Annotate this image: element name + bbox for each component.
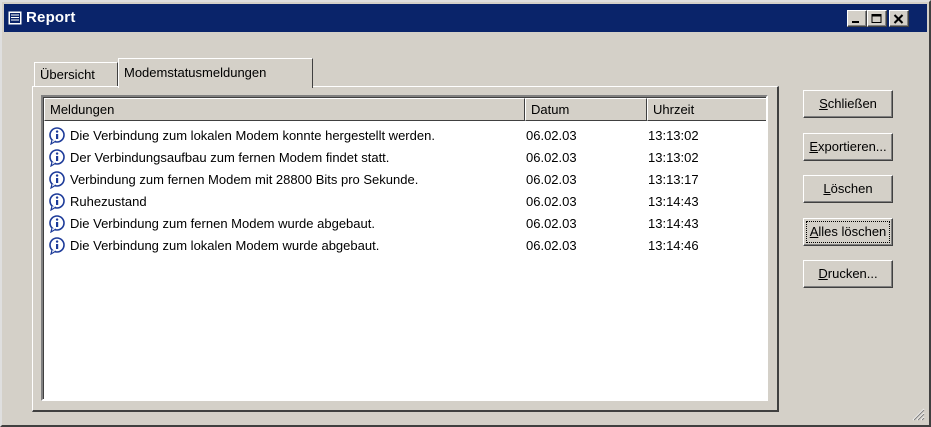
list-item[interactable]: Die Verbindung zum fernen Modem wurde ab…: [44, 213, 766, 235]
accel-key: E: [809, 139, 818, 154]
list-item[interactable]: Der Verbindungsaufbau zum fernen Modem f…: [44, 147, 766, 169]
alles-loeschen-button[interactable]: Alles löschen: [803, 218, 893, 246]
info-icon: [49, 149, 65, 167]
button-label: chließen: [827, 96, 877, 111]
row-message: Die Verbindung zum lokalen Modem konnte …: [70, 128, 435, 143]
list-item[interactable]: Die Verbindung zum lokalen Modem konnte …: [44, 125, 766, 147]
column-header-meldungen[interactable]: Meldungen: [44, 98, 525, 121]
minimize-button[interactable]: [847, 10, 867, 27]
accel-key: D: [818, 266, 828, 281]
row-message: Der Verbindungsaufbau zum fernen Modem f…: [70, 150, 390, 165]
close-icon: [893, 14, 904, 24]
messages-list[interactable]: Meldungen Datum Uhrzeit Die Verbindung z…: [41, 95, 768, 401]
row-time: 13:13:17: [648, 172, 699, 187]
list-item[interactable]: Die Verbindung zum lokalen Modem wurde a…: [44, 235, 766, 257]
button-label: lles löschen: [818, 224, 887, 239]
maximize-button[interactable]: [867, 10, 887, 27]
title-bar[interactable]: Report: [4, 4, 927, 32]
column-header-datum[interactable]: Datum: [525, 98, 647, 121]
info-icon: [49, 127, 65, 145]
drucken-button[interactable]: Drucken...: [803, 260, 893, 288]
accel-key: L: [823, 181, 831, 196]
info-icon: [49, 193, 65, 211]
row-message: Verbindung zum fernen Modem mit 28800 Bi…: [70, 172, 419, 187]
row-message: Ruhezustand: [70, 194, 147, 209]
button-label: xportieren...: [818, 139, 887, 154]
row-date: 06.02.03: [526, 150, 577, 165]
resize-grip-icon[interactable]: [911, 407, 925, 421]
row-time: 13:14:43: [648, 216, 699, 231]
schliessen-button[interactable]: Schließen: [803, 90, 893, 118]
report-window: Report Übersicht Modemstatusmeldungen Me…: [0, 0, 931, 427]
tab-uebersicht[interactable]: Übersicht: [34, 62, 118, 87]
row-date: 06.02.03: [526, 194, 577, 209]
row-message: Die Verbindung zum fernen Modem wurde ab…: [70, 216, 375, 231]
row-date: 06.02.03: [526, 172, 577, 187]
row-time: 13:14:43: [648, 194, 699, 209]
maximize-icon: [871, 14, 882, 23]
info-icon: [49, 215, 65, 233]
button-label: öschen: [830, 181, 873, 196]
minimize-icon: [852, 21, 859, 23]
row-date: 06.02.03: [526, 238, 577, 253]
info-icon: [49, 237, 65, 255]
accel-key: S: [819, 96, 828, 111]
row-message: Die Verbindung zum lokalen Modem wurde a…: [70, 238, 380, 253]
row-date: 06.02.03: [526, 216, 577, 231]
row-time: 13:14:46: [648, 238, 699, 253]
row-date: 06.02.03: [526, 128, 577, 143]
tab-modemstatusmeldungen[interactable]: Modemstatusmeldungen: [118, 58, 313, 88]
column-header-uhrzeit[interactable]: Uhrzeit: [647, 98, 766, 121]
list-item[interactable]: Verbindung zum fernen Modem mit 28800 Bi…: [44, 169, 766, 191]
list-item[interactable]: Ruhezustand 06.02.03 13:14:43: [44, 191, 766, 213]
row-time: 13:13:02: [648, 150, 699, 165]
exportieren-button[interactable]: Exportieren...: [803, 133, 893, 161]
tab-panel: Meldungen Datum Uhrzeit Die Verbindung z…: [32, 86, 779, 412]
window-title: Report: [26, 9, 76, 26]
info-icon: [49, 171, 65, 189]
list-header: Meldungen Datum Uhrzeit: [44, 98, 766, 121]
row-time: 13:13:02: [648, 128, 699, 143]
close-window-button[interactable]: [889, 10, 909, 27]
report-icon: [8, 11, 22, 25]
button-label: rucken...: [827, 266, 878, 281]
loeschen-button[interactable]: Löschen: [803, 175, 893, 203]
